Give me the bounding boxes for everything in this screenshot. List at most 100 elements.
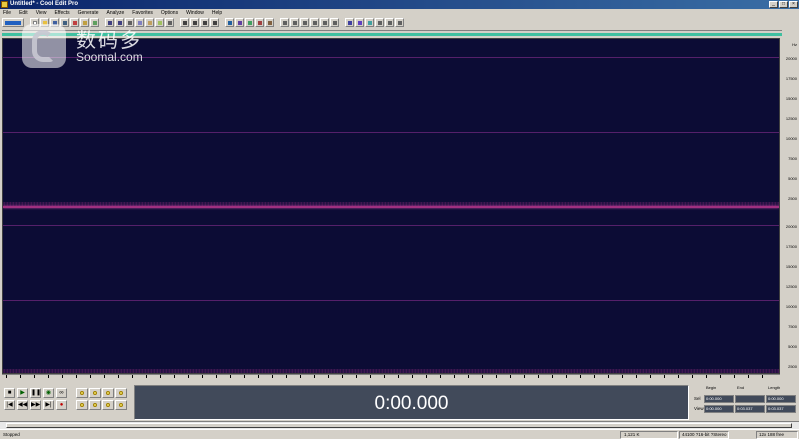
go-to-end-button[interactable]: ▶| <box>43 400 54 410</box>
play-to-end-button[interactable]: ◉ <box>43 388 54 398</box>
effect-button-2[interactable] <box>290 18 299 27</box>
open-append-button[interactable] <box>80 18 89 27</box>
view-length-field[interactable]: 0:03.037 <box>766 405 796 413</box>
ruler-tick <box>34 375 35 378</box>
ruler-tick <box>384 375 385 378</box>
paste-button[interactable] <box>145 18 154 27</box>
close-file-button[interactable] <box>70 18 79 27</box>
fast-forward-button[interactable]: ▶▶ <box>30 400 41 410</box>
play-button[interactable]: ▶ <box>17 388 28 398</box>
redo-button[interactable] <box>115 18 124 27</box>
new-file-button[interactable] <box>30 18 39 27</box>
hybrid-tool-button[interactable] <box>180 18 189 27</box>
rewind-button[interactable]: ◀◀ <box>17 400 28 410</box>
menu-file[interactable]: File <box>3 9 11 17</box>
analysis-button-6[interactable] <box>395 18 404 27</box>
overview-range[interactable] <box>2 33 782 36</box>
time-select-tool-button[interactable] <box>190 18 199 27</box>
overview-bar[interactable] <box>2 30 782 37</box>
go-to-start-button[interactable]: |◀ <box>4 400 15 410</box>
window-title: Untitled* - Cool Edit Pro <box>10 1 78 7</box>
ruler-tick <box>594 375 595 378</box>
effect-button-4[interactable] <box>310 18 319 27</box>
open-file-button[interactable] <box>40 18 49 27</box>
menu-analyze[interactable]: Analyze <box>107 9 125 17</box>
horizontal-scrollbar[interactable] <box>0 421 799 429</box>
view-end-field[interactable]: 0:03.037 <box>735 405 765 413</box>
zoom-left-button[interactable] <box>76 400 88 410</box>
waveform-view-button[interactable] <box>225 18 234 27</box>
metronome-button[interactable] <box>255 18 264 27</box>
stop-button[interactable]: ■ <box>4 388 15 398</box>
sel-row-label: Sel <box>694 396 701 401</box>
ruler-tick <box>6 375 7 378</box>
effect-button-6[interactable] <box>330 18 339 27</box>
ruler-tick <box>692 375 693 378</box>
menu-view[interactable]: View <box>36 9 47 17</box>
app-icon <box>1 1 8 8</box>
zoom-out-horizontal-button[interactable] <box>89 388 101 398</box>
analysis-button-1[interactable] <box>345 18 354 27</box>
current-time: 0:00.000 <box>374 393 449 414</box>
spectral-display[interactable] <box>2 38 780 374</box>
marker-tool-button[interactable] <box>210 18 219 27</box>
menu-edit[interactable]: Edit <box>19 9 28 17</box>
analysis-button-3[interactable] <box>365 18 374 27</box>
zoom-in-horizontal-button[interactable] <box>76 388 88 398</box>
undo-button[interactable] <box>105 18 114 27</box>
trim-button[interactable] <box>165 18 174 27</box>
ruler-tick <box>146 375 147 378</box>
analysis-button-2[interactable] <box>355 18 364 27</box>
analysis-button-4[interactable] <box>375 18 384 27</box>
snap-button[interactable] <box>265 18 274 27</box>
loop-play-button[interactable]: ∞ <box>56 388 67 398</box>
menu-help[interactable]: Help <box>212 9 222 17</box>
menu-favorites[interactable]: Favorites <box>132 9 153 17</box>
analysis-button-5[interactable] <box>385 18 394 27</box>
minimize-button[interactable]: _ <box>769 1 778 8</box>
menu-effects[interactable]: Effects <box>54 9 69 17</box>
view-begin-field[interactable]: 0:00.000 <box>704 405 734 413</box>
sel-end-field[interactable] <box>735 395 765 403</box>
sel-length-field[interactable]: 0:00.000 <box>766 395 796 403</box>
loop-button[interactable] <box>245 18 254 27</box>
ruler-tick <box>454 375 455 378</box>
cut-button[interactable] <box>125 18 134 27</box>
time-ruler[interactable] <box>2 374 780 381</box>
mix-paste-button[interactable] <box>155 18 164 27</box>
ruler-tick <box>202 375 203 378</box>
sel-begin-field[interactable]: 0:00.000 <box>704 395 734 403</box>
ruler-tick <box>356 375 357 378</box>
menu-options[interactable]: Options <box>161 9 178 17</box>
ruler-tick <box>104 375 105 378</box>
ruler-tick <box>398 375 399 378</box>
zoom-out-vertical-button[interactable] <box>115 400 127 410</box>
multitrack-toggle-button[interactable] <box>2 18 24 27</box>
effect-button-5[interactable] <box>320 18 329 27</box>
zoom-in-vertical-button[interactable] <box>115 388 127 398</box>
properties-button[interactable] <box>90 18 99 27</box>
ruler-tick <box>426 375 427 378</box>
ruler-tick <box>328 375 329 378</box>
copy-button[interactable] <box>135 18 144 27</box>
scrollbar-thumb[interactable] <box>6 423 792 428</box>
zoom-full-button[interactable] <box>102 388 114 398</box>
close-button[interactable]: × <box>789 1 798 8</box>
spectral-tool-button[interactable] <box>200 18 209 27</box>
window-controls: _ □ × <box>769 1 798 8</box>
record-button[interactable]: ● <box>56 400 67 410</box>
ruler-tick <box>580 375 581 378</box>
ruler-tick <box>118 375 119 378</box>
save-file-button[interactable] <box>50 18 59 27</box>
ruler-tick <box>664 375 665 378</box>
spectral-view-button[interactable] <box>235 18 244 27</box>
effect-button-3[interactable] <box>300 18 309 27</box>
menu-generate[interactable]: Generate <box>78 9 99 17</box>
pause-button[interactable]: ❚❚ <box>30 388 41 398</box>
save-all-button[interactable] <box>60 18 69 27</box>
maximize-button[interactable]: □ <box>779 1 788 8</box>
effect-button-1[interactable] <box>280 18 289 27</box>
menu-window[interactable]: Window <box>186 9 204 17</box>
zoom-right-button[interactable] <box>89 400 101 410</box>
zoom-selection-button[interactable] <box>102 400 114 410</box>
